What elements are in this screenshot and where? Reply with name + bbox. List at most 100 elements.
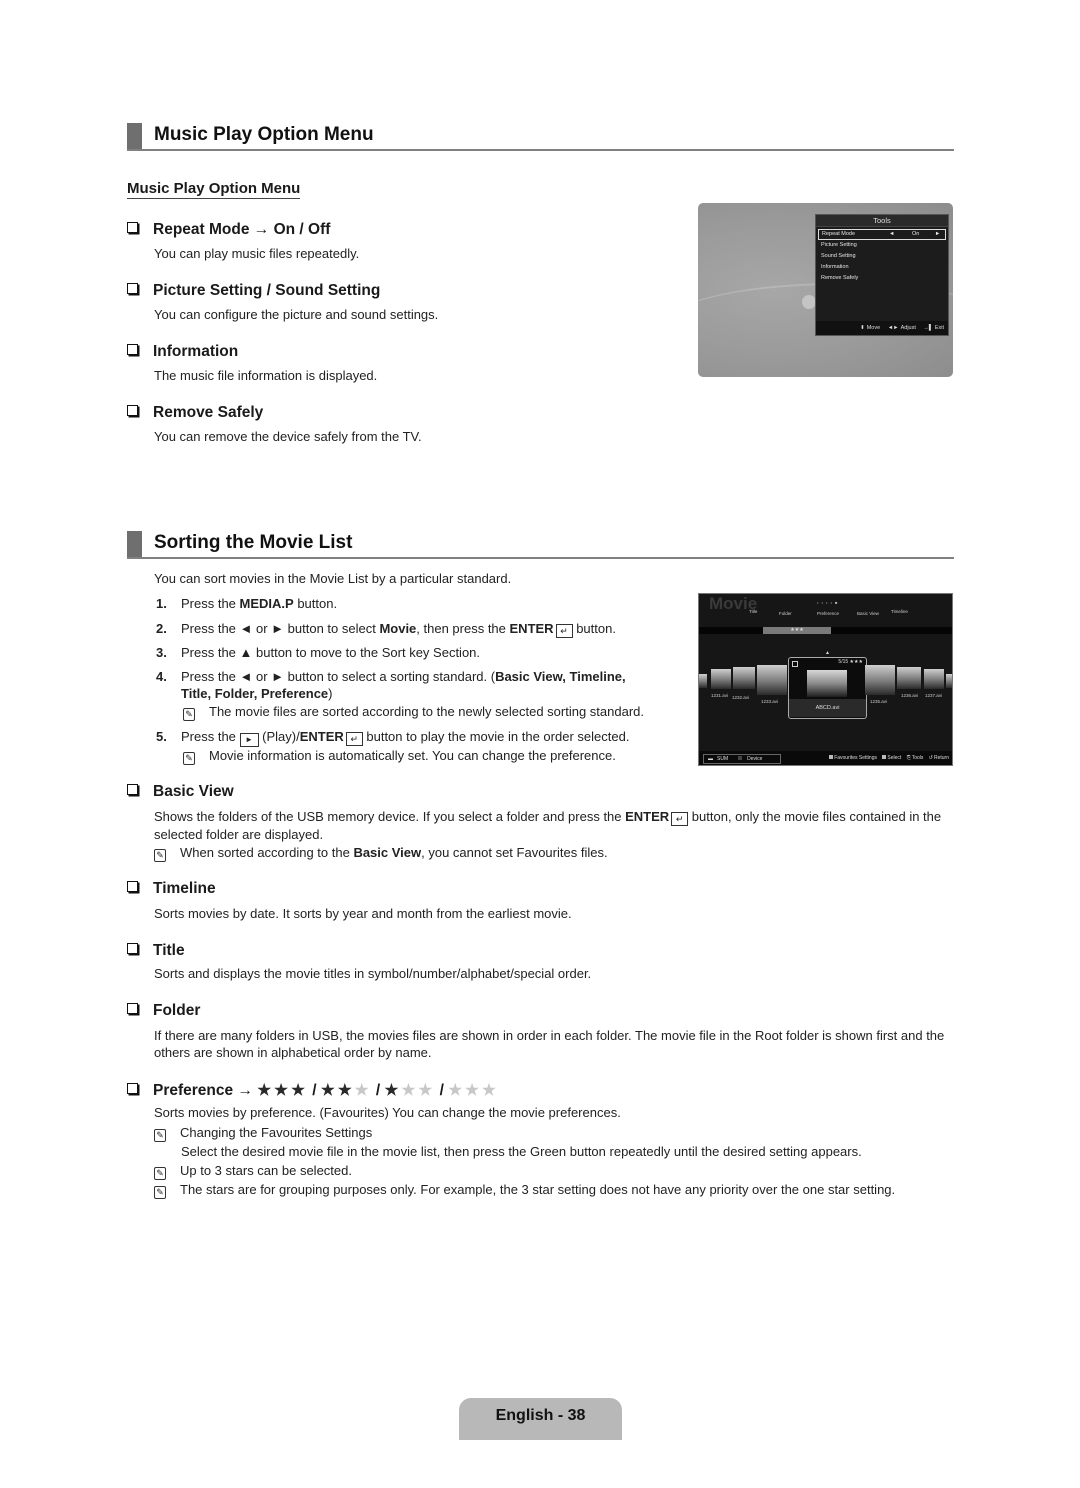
item-desc-title: Sorts and displays the movie titles in s… xyxy=(154,966,592,981)
movie-filename: 1237.avi xyxy=(925,693,943,698)
section-title: Music Play Option Menu xyxy=(154,124,374,145)
tools-menu-screenshot: Tools Repeat Mode ◄ On ► Picture Setting… xyxy=(698,203,953,377)
enter-icon: ↵ xyxy=(345,732,363,746)
item-heading-basic-view: Basic View xyxy=(127,783,234,801)
star-group: ★ ★ ★ xyxy=(448,1082,499,1099)
step-2: 2. Press the ◄ or ► button to select Movi… xyxy=(156,621,616,638)
movie-filename: 1236.avi xyxy=(901,693,919,698)
sort-tab-folder[interactable]: Folder xyxy=(779,611,792,616)
star-group: ★ ★ ★ xyxy=(385,1082,436,1099)
checkbox-bullet-icon xyxy=(127,943,138,954)
movie-thumb[interactable] xyxy=(946,674,952,688)
usb-icon: ▬ xyxy=(708,756,713,762)
section-header-music-play: Music Play Option Menu xyxy=(127,123,954,151)
separator: / xyxy=(371,1082,385,1099)
sort-tab-timeline[interactable]: Timeline xyxy=(891,609,908,614)
movie-thumb[interactable] xyxy=(897,667,921,689)
sort-tab-title[interactable]: Title xyxy=(749,609,757,614)
favourites-settings-hint: Favourites Settings xyxy=(834,755,877,761)
movie-filename: 1233.avi xyxy=(761,699,779,704)
movie-thumb xyxy=(807,670,847,697)
sort-tab-basic-view[interactable]: Basic View xyxy=(857,611,879,616)
item-desc: You can configure the picture and sound … xyxy=(154,307,439,322)
star-filled-icon: ★ xyxy=(291,1082,305,1099)
focused-movie-card[interactable]: 5/15 ★★★ ABCD.avi xyxy=(788,657,867,719)
item-desc-preference: Sorts movies by preference. (Favourites)… xyxy=(154,1105,621,1120)
item-desc-timeline: Sorts movies by date. It sorts by year a… xyxy=(154,906,572,921)
star-filled-icon: ★ xyxy=(320,1082,335,1099)
note-icon: ✎ xyxy=(154,1186,166,1199)
movie-footer: ▬ SUM Device Favourites Settings Select ⎘T… xyxy=(699,751,952,765)
tools-hint: Tools xyxy=(911,755,924,761)
checkbox-bullet-icon xyxy=(127,283,138,294)
item-heading-title: Title xyxy=(127,942,185,960)
select-checkbox[interactable] xyxy=(792,661,798,667)
tools-item-information[interactable]: Information xyxy=(816,262,948,273)
star-empty-icon: ★ xyxy=(465,1082,479,1099)
movie-filename: 1235.avi xyxy=(870,699,888,704)
return-hint: Return xyxy=(933,755,949,761)
tools-footer: ⬍ Move ◄► Adjust →▌ Exit xyxy=(816,321,948,335)
note-icon: ✎ xyxy=(154,849,166,862)
note-icon: ✎ xyxy=(183,708,195,721)
enter-icon: ↵ xyxy=(555,624,573,638)
separator: / xyxy=(307,1082,321,1099)
tools-title: Tools xyxy=(816,215,948,227)
preference-note-2: ✎ Up to 3 stars can be selected. xyxy=(154,1163,352,1180)
item-heading-folder: Folder xyxy=(127,1002,200,1020)
star-empty-icon: ★ xyxy=(448,1082,463,1099)
page-number-tab: English - 38 xyxy=(459,1398,622,1440)
yellow-button-icon xyxy=(882,755,887,759)
preference-note-1: ✎ Changing the Favourites Settings xyxy=(154,1125,372,1142)
item-desc: You can remove the device safely from th… xyxy=(154,429,422,444)
step-4-note: ✎ The movie files are sorted according to… xyxy=(183,704,644,721)
movie-thumb[interactable] xyxy=(757,665,787,695)
step-1: 1. Press the MEDIA.P button. xyxy=(156,596,338,611)
preference-note-3: ✎ The stars are for grouping purposes onl… xyxy=(154,1182,895,1199)
item-desc: The music file information is displayed. xyxy=(154,368,378,383)
item-heading-remove-safely: Remove Safely xyxy=(127,404,263,422)
move-icon: ⬍ xyxy=(860,325,865,331)
device-selector[interactable]: ▬ SUM Device xyxy=(703,754,781,764)
tools-item-sound-setting[interactable]: Sound Setting xyxy=(816,251,948,262)
checkbox-bullet-icon xyxy=(127,344,138,355)
movie-thumb[interactable] xyxy=(865,665,895,695)
movie-thumb[interactable] xyxy=(711,669,731,689)
rating: 5/15 ★★★ xyxy=(838,659,863,665)
step-5-note: ✎ Movie information is automatically set.… xyxy=(183,748,616,765)
item-heading-timeline: Timeline xyxy=(127,880,216,898)
sort-selected-value[interactable]: ★★★ xyxy=(763,627,831,634)
checkbox-bullet-icon xyxy=(127,1003,138,1014)
star-filled-icon: ★ xyxy=(384,1082,399,1099)
movie-thumb[interactable] xyxy=(924,669,944,689)
tools-item-repeat-mode[interactable]: Repeat Mode ◄ On ► xyxy=(818,229,946,240)
star-empty-icon: ★ xyxy=(354,1082,369,1099)
sort-tab-preference[interactable]: Preference xyxy=(817,611,839,616)
preference-star-levels: ★ ★ ★ / ★ ★ ★ / ★ ★ ★ / ★ ★ ★ xyxy=(257,1082,499,1099)
repeat-value: On xyxy=(911,231,920,237)
tools-item-remove-safely[interactable]: Remove Safely xyxy=(816,273,948,284)
music-note-icon xyxy=(802,295,816,309)
item-heading-repeat-mode: Repeat Mode → On / Off xyxy=(127,221,330,239)
checkbox-bullet-icon xyxy=(127,1083,138,1094)
movie-thumb[interactable] xyxy=(699,674,707,688)
green-button-icon xyxy=(829,755,834,759)
movie-thumb[interactable] xyxy=(733,667,755,689)
play-icon: ► xyxy=(239,733,259,747)
step-4: 4. Press the ◄ or ► button to select a so… xyxy=(156,669,626,684)
movie-filename: 1232.avi xyxy=(732,695,750,700)
basic-view-note: ✎ When sorted according to the Basic View… xyxy=(154,845,608,862)
item-desc: You can play music files repeatedly. xyxy=(154,246,360,261)
arrow-left-icon: ◄ xyxy=(889,231,895,237)
star-filled-icon: ★ xyxy=(337,1082,352,1099)
movie-filename: 1231.avi xyxy=(711,693,729,698)
tools-item-picture-setting[interactable]: Picture Setting xyxy=(816,240,948,251)
star-filled-icon: ★ xyxy=(257,1082,272,1099)
star-group: ★ ★ ★ xyxy=(321,1082,372,1099)
item-heading-preference: Preference → ★ ★ ★ / ★ ★ ★ / ★ ★ ★ / ★ ★ ★ xyxy=(127,1081,499,1100)
return-icon: ↺ xyxy=(928,755,933,761)
note-icon: ✎ xyxy=(183,752,195,765)
star-empty-icon: ★ xyxy=(482,1082,496,1099)
note-icon: ✎ xyxy=(154,1167,166,1180)
section-title: Sorting the Movie List xyxy=(154,532,353,553)
